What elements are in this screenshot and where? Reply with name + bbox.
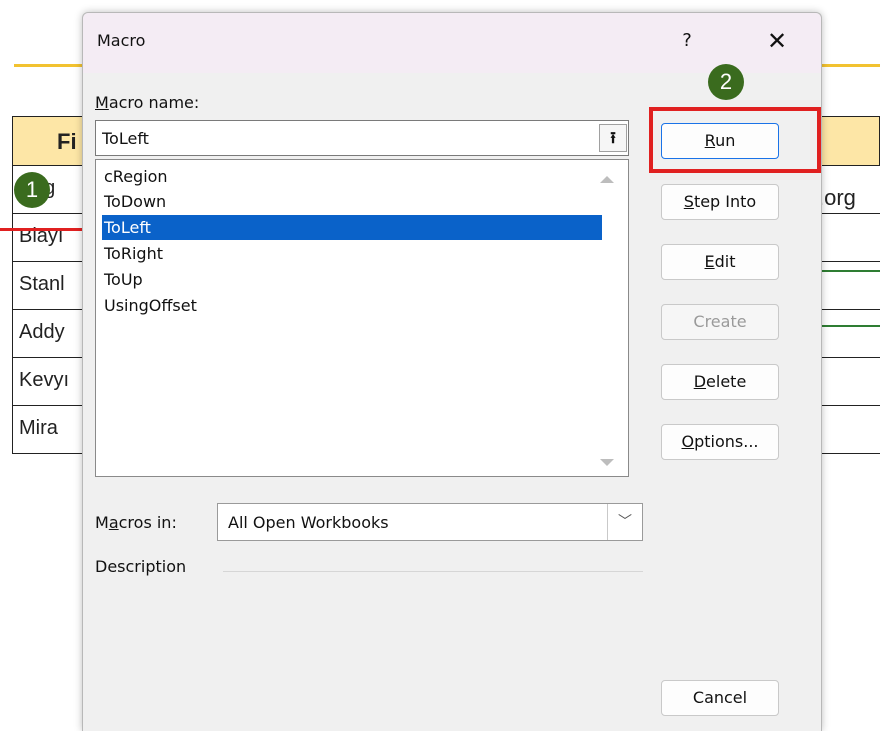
chevron-down-icon[interactable]: ﹀	[607, 504, 642, 540]
cancel-button[interactable]: Cancel	[661, 680, 779, 716]
step-badge-2: 2	[708, 64, 744, 100]
pointer-arrow-shaft	[0, 228, 84, 231]
cell-text: Mira	[19, 417, 58, 439]
list-item[interactable]: cRegion	[102, 164, 602, 189]
macro-name-label: Macro name:	[95, 93, 200, 112]
run-highlight-box	[649, 107, 821, 173]
help-button[interactable]: ?	[673, 27, 701, 55]
green-divider	[822, 270, 880, 272]
macro-name-input[interactable]	[96, 121, 592, 155]
macros-in-value: All Open Workbooks	[228, 513, 389, 532]
close-button[interactable]: ✕	[761, 25, 793, 57]
header-cell-text: Fi	[57, 129, 77, 154]
description-divider	[223, 571, 643, 572]
list-item[interactable]: ToDown	[102, 189, 602, 214]
macro-name-field[interactable]: ⭱	[95, 120, 629, 156]
macro-list[interactable]: cRegion ToDown ToLeft ToRight ToUp Using…	[95, 159, 629, 477]
edit-button[interactable]: Edit	[661, 244, 779, 280]
list-item[interactable]: ToUp	[102, 267, 602, 292]
scroll-up-arrow-icon[interactable]	[600, 176, 614, 183]
cell-text: Stanl	[19, 273, 65, 295]
dialog-titlebar: Macro ? ✕	[83, 13, 821, 73]
description-label: Description	[95, 557, 187, 576]
options-button[interactable]: Options...	[661, 424, 779, 460]
cell-text: Kevyı	[19, 369, 70, 391]
sheet-cell-text-org: .org	[818, 185, 856, 210]
macro-dialog: Macro ? ✕ Macro name: ⭱ cRegion ToDown T…	[82, 12, 822, 731]
list-item[interactable]: ToRight	[102, 241, 602, 266]
step-badge-1: 1	[14, 172, 50, 208]
step-into-button[interactable]: Step Into	[661, 184, 779, 220]
list-item-selected[interactable]: ToLeft	[102, 215, 602, 240]
scroll-down-arrow-icon[interactable]	[600, 459, 614, 466]
dialog-title: Macro	[97, 31, 146, 50]
green-divider	[822, 325, 880, 327]
cell-text: Addy	[19, 321, 65, 343]
list-item[interactable]: UsingOffset	[102, 293, 602, 318]
collapse-upload-icon[interactable]: ⭱	[599, 124, 627, 152]
create-button: Create	[661, 304, 779, 340]
delete-button[interactable]: Delete	[661, 364, 779, 400]
macros-in-dropdown[interactable]: All Open Workbooks ﹀	[217, 503, 643, 541]
macros-in-label: Macros in:	[95, 513, 177, 532]
